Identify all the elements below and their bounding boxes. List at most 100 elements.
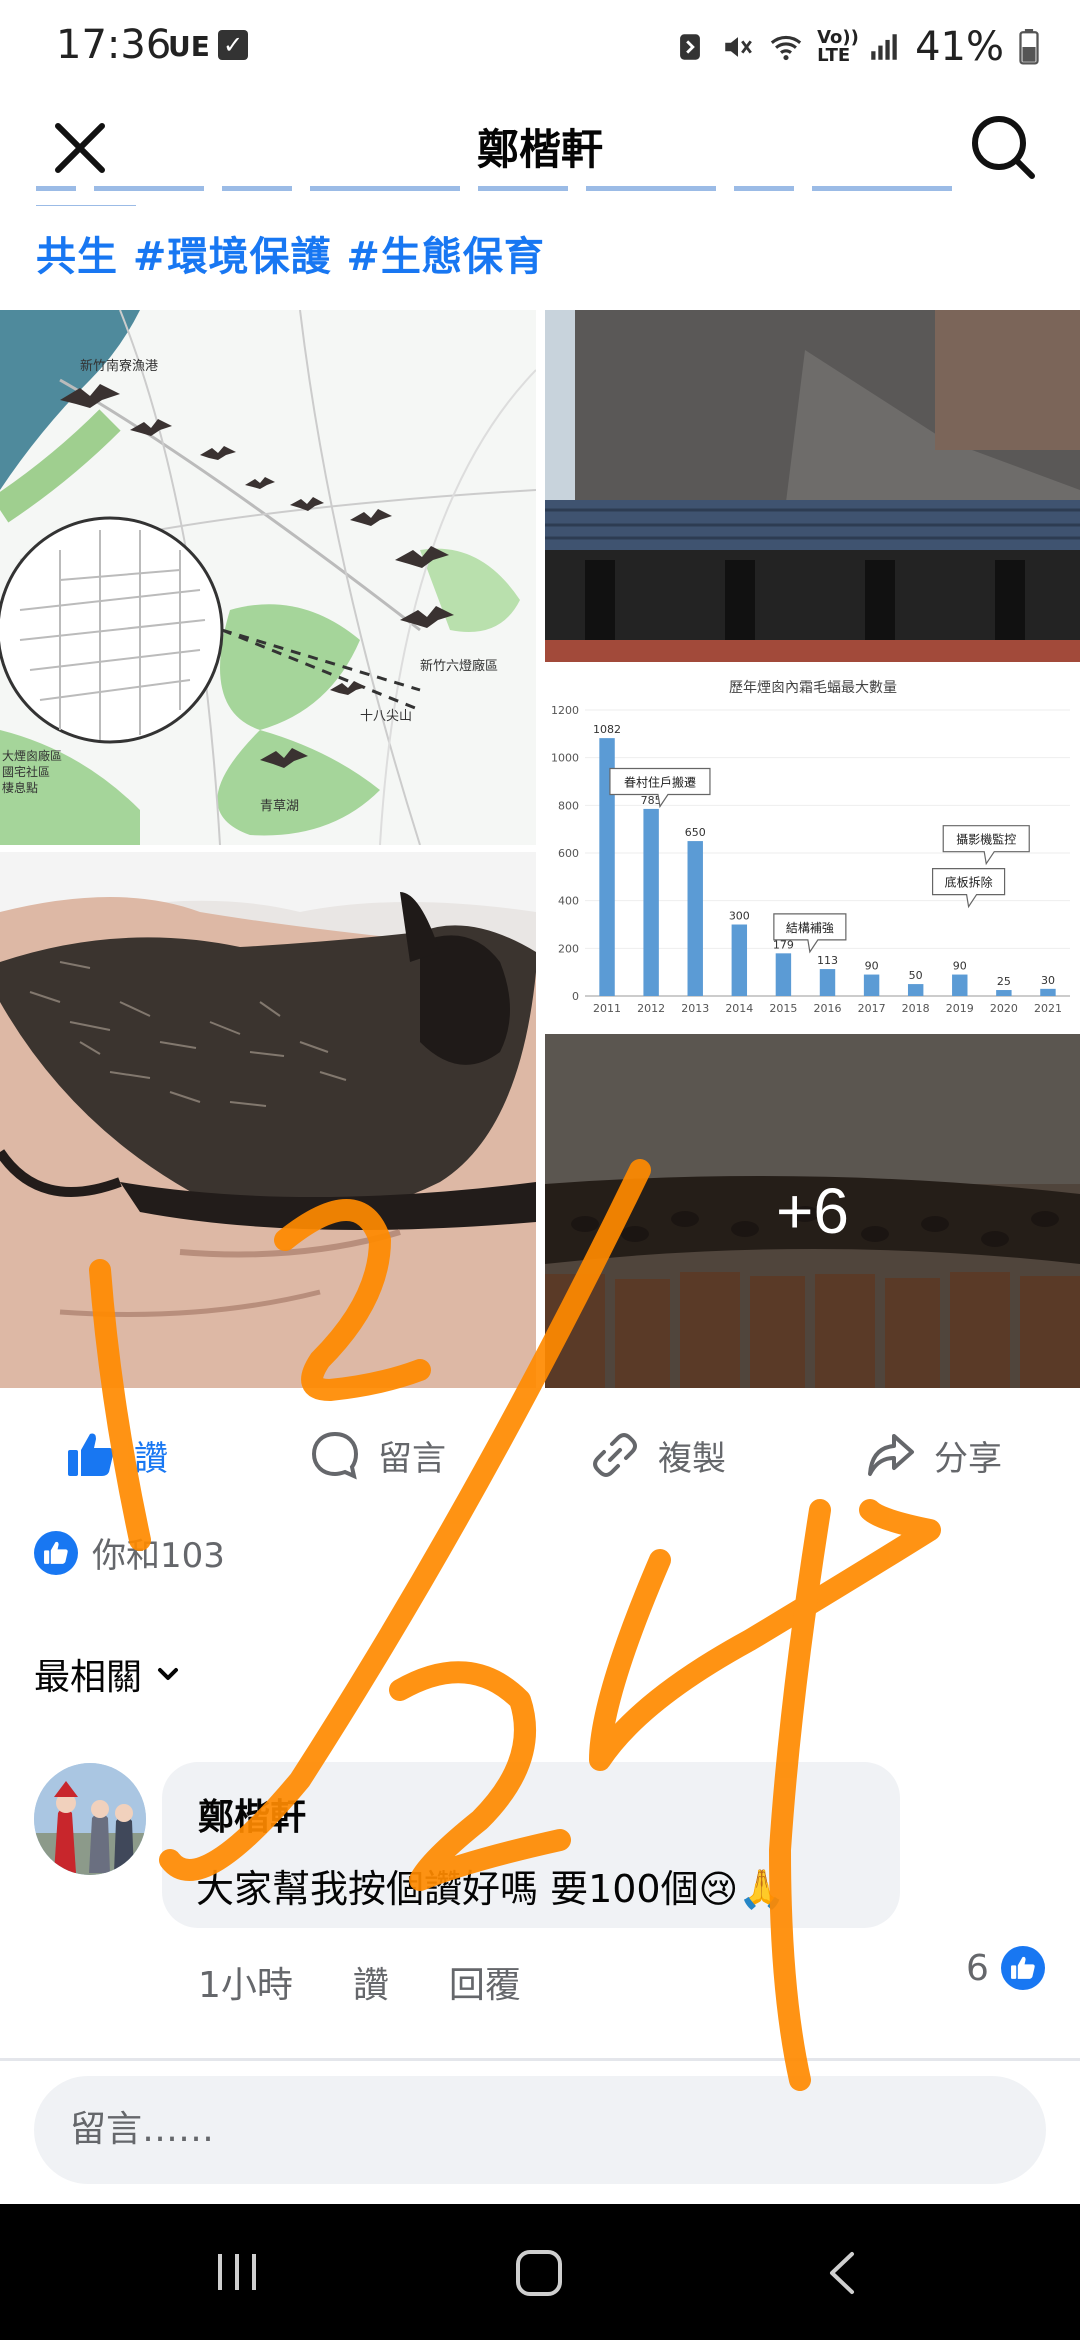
chart-value-label: 650 [685, 826, 706, 839]
post-hashtags[interactable]: 共生 #環境保護 #生態保育 [36, 224, 545, 282]
back-icon[interactable] [822, 2250, 862, 2296]
chart-value-label: 90 [953, 960, 967, 973]
chart-bar [643, 808, 659, 996]
page-title: 鄭楷軒 [476, 125, 603, 174]
chart-bar [775, 953, 792, 996]
volte-label: Vo)) LTE [817, 27, 859, 66]
like-label: 讚 [134, 1438, 168, 1479]
copy-label: 複製 [658, 1438, 726, 1479]
status-bar: 17:36 UE ✓ Vo)) LTE 41% [0, 0, 1080, 100]
chart-value-label: 30 [1041, 974, 1055, 987]
chimney-photo[interactable] [545, 310, 1080, 662]
chart-value-label: 1082 [593, 723, 621, 736]
map-illustration: 新竹南寮漁港 新竹六燈廠區 十八尖山 青草湖 大煙囪廠區 國宅社區 棲息點 [0, 310, 536, 845]
avatar-image [34, 1763, 146, 1875]
chart-bar [952, 974, 968, 996]
reaction-count: 你和103 [92, 1536, 225, 1576]
status-carrier: UE [168, 30, 210, 63]
chart-callout-text: 眷村住戶搬遷 [624, 775, 696, 790]
map-label-lake: 青草湖 [260, 799, 299, 814]
chart-bar [1040, 988, 1056, 996]
chart-bar [819, 969, 836, 996]
search-icon[interactable] [968, 112, 1038, 182]
chart-callout-text: 攝影機監控 [956, 832, 1016, 847]
share-label: 分享 [934, 1438, 1002, 1479]
divider [0, 2058, 1080, 2061]
chimney-photo-image [545, 310, 1080, 662]
battery-icon [1019, 29, 1039, 65]
chart-x-tick: 2016 [814, 1002, 842, 1015]
comment-author[interactable]: 鄭楷軒 [198, 1788, 306, 1840]
map-label-roost: 棲息點 [2, 780, 38, 795]
chart-x-tick: 2018 [902, 1002, 930, 1015]
chart-x-tick: 2012 [637, 1002, 665, 1015]
checkbox-notification-icon: ✓ [218, 30, 248, 60]
chart-bar [863, 974, 880, 996]
chart-value-label: 113 [817, 954, 838, 967]
comment-label: 留言 [378, 1438, 446, 1479]
comment-like-count[interactable]: 6 [966, 1946, 1045, 1990]
reaction-summary[interactable]: 你和103 [34, 1528, 225, 1577]
chart-x-tick: 2021 [1034, 1002, 1062, 1015]
chart-x-tick: 2020 [990, 1002, 1018, 1015]
chart-y-tick: 200 [558, 942, 579, 955]
comment-button[interactable]: 留言 [310, 1405, 446, 1505]
chart-x-tick: 2019 [946, 1002, 974, 1015]
avatar[interactable] [34, 1763, 146, 1875]
status-time: 17:36 [56, 22, 172, 68]
comment-time: 1小時 [198, 1965, 293, 2006]
chart-bar [731, 924, 748, 996]
comment-sort-dropdown[interactable]: 最相關 [34, 1648, 182, 1700]
home-icon[interactable] [514, 2248, 564, 2298]
chart-y-tick: 600 [558, 847, 579, 860]
more-photos-count[interactable]: +6 [545, 1034, 1080, 1388]
chart-bar [907, 984, 924, 996]
comment-bubble-icon [311, 1431, 359, 1480]
bat-colony-photo[interactable]: +6 [545, 1034, 1080, 1388]
bat-count-chart: 歷年煙囪內霜毛蝠最大數量 1082785650300179113 90509025… [545, 670, 1080, 1026]
truncated-post-text [36, 186, 1046, 206]
chart-y-tick: 400 [558, 895, 579, 908]
chart-callout-text: 結構補強 [786, 921, 834, 935]
recent-apps-icon[interactable] [212, 2250, 262, 2294]
battery-percent: 41% [915, 24, 1004, 70]
comment-like-button[interactable]: 讚 [353, 1956, 389, 2008]
chevron-down-icon [158, 1668, 179, 1680]
like-reaction-icon [1000, 1946, 1045, 1990]
chart-bar [996, 990, 1012, 996]
chart-value-label: 50 [909, 969, 923, 982]
comment-like-number: 6 [966, 1947, 989, 1989]
chart-value-label: 25 [997, 975, 1011, 988]
chart-x-tick: 2014 [725, 1002, 753, 1015]
map-label-harbor: 新竹南寮漁港 [80, 358, 158, 374]
chart-value-label: 90 [865, 960, 879, 973]
chart-callout-text: 底板拆除 [945, 875, 993, 890]
map-photo[interactable]: 新竹南寮漁港 新竹六燈廠區 十八尖山 青草湖 大煙囪廠區 國宅社區 棲息點 [0, 310, 536, 845]
comment-bubble[interactable]: 鄭楷軒 大家幫我按個讚好嗎 要100個😢🙏 [162, 1762, 900, 1928]
copy-link-button[interactable]: 複製 [590, 1405, 726, 1505]
bar-chart-photo[interactable]: 歷年煙囪內霜毛蝠最大數量 1082 785 650 300 179 113 90 50 90 25… [545, 670, 1080, 1026]
map-label-chimney-area: 大煙囪廠區 [2, 748, 62, 763]
status-icons: Vo)) LTE 41% [673, 22, 1040, 72]
like-button[interactable]: 讚 [66, 1405, 168, 1505]
comment-reply-button[interactable]: 回覆 [449, 1956, 521, 2008]
chart-title: 歷年煙囪內霜毛蝠最大數量 [729, 680, 897, 696]
share-arrow-icon [868, 1434, 914, 1476]
chart-x-tick: 2015 [769, 1002, 797, 1015]
signal-icon [871, 34, 897, 60]
chart-x-tick: 2011 [593, 1002, 621, 1015]
post-action-bar: 讚 留言 複製 分享 [0, 1405, 1080, 1505]
comment-input[interactable]: 留言…… [34, 2076, 1046, 2184]
comment-text: 大家幫我按個讚好嗎 要100個😢🙏 [196, 1867, 786, 1911]
chart-bar [687, 841, 703, 996]
chart-value-label: 300 [729, 910, 750, 923]
nfc-icon [680, 34, 701, 60]
chart-y-tick: 0 [572, 990, 579, 1003]
chart-y-tick: 1000 [551, 752, 579, 765]
map-label-hill: 十八尖山 [360, 709, 412, 724]
share-button[interactable]: 分享 [866, 1405, 1002, 1505]
chart-x-tick: 2013 [681, 1002, 709, 1015]
chart-x-tick: 2017 [858, 1002, 886, 1015]
bat-in-hand-photo[interactable] [0, 852, 536, 1388]
link-icon [593, 1433, 637, 1477]
